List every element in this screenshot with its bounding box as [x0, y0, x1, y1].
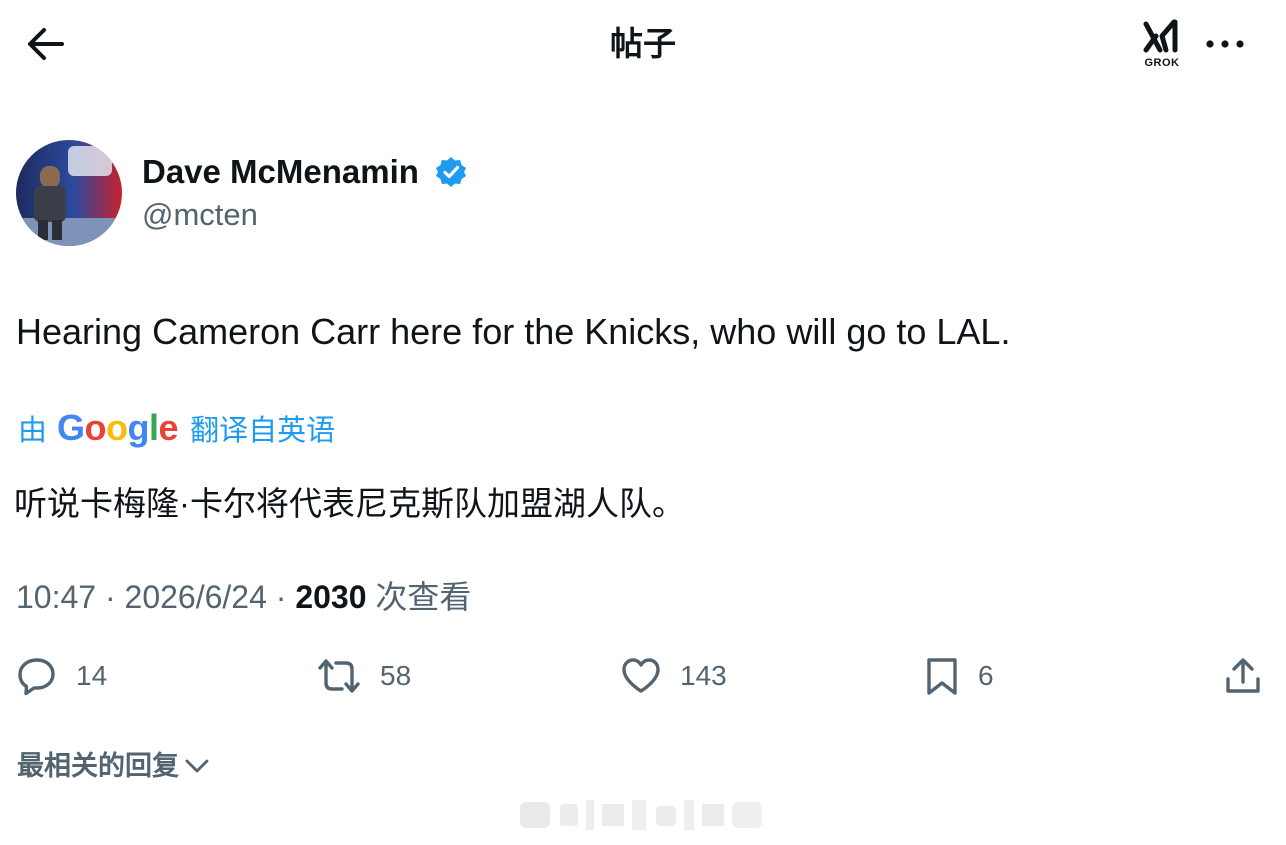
bookmark-count: 6 [978, 660, 994, 691]
reply-button[interactable]: 14 [16, 650, 107, 702]
tweet-detail-page: 帖子 GROK Dave McMenamin @mcten Hearing Ca… [0, 0, 1286, 845]
like-button[interactable]: 143 [620, 650, 727, 702]
page-title: 帖子 [610, 25, 676, 62]
author-handle[interactable]: @mcten [142, 196, 258, 234]
translated-text: 听说卡梅隆·卡尔将代表尼克斯队加盟湖人队。 [14, 485, 685, 522]
tweet-meta: 10:47 · 2026/6/24 · 2030 次查看 [16, 576, 471, 618]
author-display-name[interactable]: Dave McMenamin [142, 152, 419, 192]
watermark-graphic [520, 800, 762, 830]
meta-separator: · [96, 579, 125, 615]
bookmark-icon [927, 658, 957, 695]
reply-count: 14 [76, 660, 108, 691]
replies-sort-label: 最相关的回复 [17, 751, 179, 781]
share-icon [1226, 658, 1260, 693]
heart-icon [622, 658, 660, 693]
translate-label: 翻译自英语 [190, 415, 336, 447]
translate-prefix: 由 [18, 415, 48, 447]
more-button[interactable] [1200, 22, 1250, 66]
google-logo: Google [57, 407, 179, 448]
more-horizontal-icon [1206, 40, 1244, 48]
retweet-button[interactable]: 58 [316, 650, 411, 702]
grok-label: GROK [1144, 57, 1180, 69]
verified-badge-icon [436, 157, 466, 187]
grok-button[interactable]: GROK [1138, 16, 1186, 72]
avatar-image [16, 140, 122, 246]
replies-sort-dropdown[interactable]: 最相关的回复 [17, 744, 211, 788]
translation-attribution[interactable]: 由 Google 翻译自英语 [18, 406, 335, 450]
tweet-time[interactable]: 10:47 [16, 579, 96, 615]
like-count: 143 [680, 660, 727, 691]
share-button[interactable] [1222, 650, 1264, 702]
retweet-icon [318, 659, 360, 693]
reply-icon [18, 658, 55, 696]
meta-separator: · [266, 579, 296, 615]
tweet-text: Hearing Cameron Carr here for the Knicks… [16, 311, 1011, 352]
avatar[interactable] [16, 140, 122, 246]
tweet-date[interactable]: 2026/6/24 [125, 579, 267, 615]
bookmark-button[interactable]: 6 [924, 650, 994, 702]
chevron-down-icon [185, 759, 209, 773]
views-label: 次查看 [366, 579, 472, 615]
grok-icon [1143, 19, 1178, 53]
retweet-count: 58 [380, 660, 412, 691]
views-count: 2030 [295, 579, 367, 615]
